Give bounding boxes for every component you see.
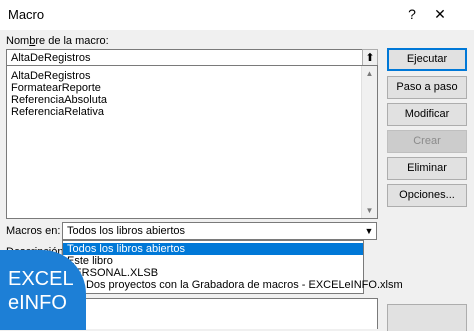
cancel-button[interactable]: [387, 304, 467, 331]
run-button[interactable]: Ejecutar: [387, 48, 467, 71]
edit-button[interactable]: Modificar: [387, 103, 467, 126]
dropdown-option[interactable]: Todos los libros abiertos: [63, 243, 363, 255]
chevron-down-icon[interactable]: ▼: [362, 222, 377, 240]
macro-list[interactable]: AltaDeRegistros FormatearReporte Referen…: [6, 65, 378, 219]
list-item[interactable]: AltaDeRegistros: [11, 70, 90, 82]
scroll-down-icon[interactable]: ▼: [362, 203, 377, 218]
macro-name-label-suffix: re de la macro:: [35, 35, 109, 47]
list-item[interactable]: ReferenciaRelativa: [11, 106, 104, 118]
description-field: [62, 298, 378, 329]
dropdown-option[interactable]: ... - Dos proyectos con la Grabadora de …: [63, 279, 403, 291]
window-title: Macro: [8, 7, 45, 22]
options-button[interactable]: Opciones...: [387, 184, 467, 207]
macros-in-label: Macros en:: [6, 225, 61, 237]
logo-line-1: EXCEL: [8, 268, 74, 290]
help-icon[interactable]: ?: [402, 4, 422, 24]
macro-name-label: Nombre de la macro:: [6, 35, 109, 47]
list-item[interactable]: FormatearReporte: [11, 82, 101, 94]
create-button[interactable]: Crear: [387, 130, 467, 153]
macros-in-select[interactable]: Todos los libros abiertos: [62, 222, 368, 240]
list-scrollbar[interactable]: ▲ ▼: [361, 66, 377, 218]
list-item[interactable]: ReferenciaAbsoluta: [11, 94, 107, 106]
delete-button[interactable]: Eliminar: [387, 157, 467, 180]
macro-name-label-prefix: Nom: [6, 35, 30, 47]
step-into-button[interactable]: Paso a paso: [387, 76, 467, 99]
excel-einfo-logo: EXCEL eINFO: [0, 250, 86, 330]
dropdown-option[interactable]: Este libro: [63, 255, 363, 267]
logo-line-2: eINFO: [8, 292, 67, 314]
macros-in-dropdown[interactable]: Todos los libros abiertos Este libro PER…: [62, 240, 403, 294]
dropdown-option[interactable]: PERSONAL.XLSB: [63, 267, 363, 279]
close-icon[interactable]: ✕: [430, 4, 450, 24]
scroll-up-icon[interactable]: ▲: [362, 66, 377, 81]
